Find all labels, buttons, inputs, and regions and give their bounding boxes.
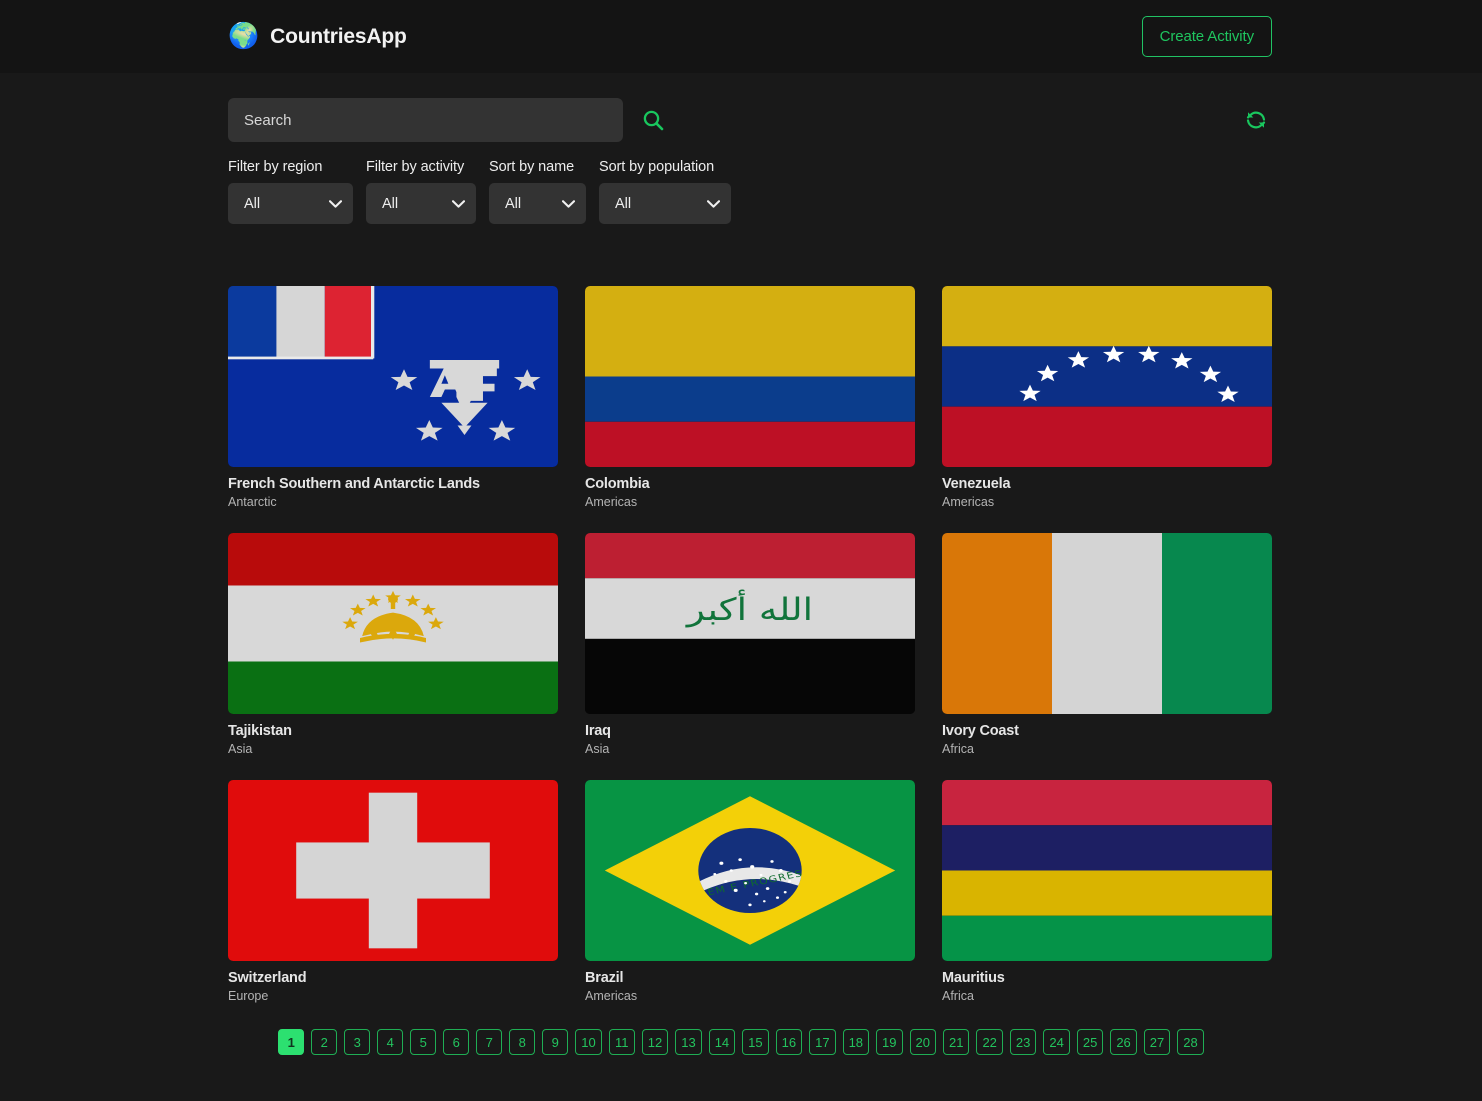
sort-population-label: Sort by population bbox=[599, 159, 731, 175]
sort-name-group: Sort by name All bbox=[489, 159, 586, 224]
page-button-14[interactable]: 14 bbox=[709, 1029, 735, 1055]
brand-name: CountriesApp bbox=[270, 25, 406, 49]
country-name: Iraq bbox=[585, 723, 915, 739]
page-button-1[interactable]: 1 bbox=[278, 1029, 304, 1055]
sort-population-group: Sort by population All bbox=[599, 159, 731, 224]
page-button-27[interactable]: 27 bbox=[1144, 1029, 1170, 1055]
country-name: Venezuela bbox=[942, 476, 1272, 492]
country-flag bbox=[228, 533, 558, 714]
country-name: Brazil bbox=[585, 970, 915, 986]
country-region: Europe bbox=[228, 989, 558, 1003]
page-button-17[interactable]: 17 bbox=[809, 1029, 835, 1055]
country-flag: ORDEM E PROGRESSO bbox=[585, 780, 915, 961]
page-button-18[interactable]: 18 bbox=[843, 1029, 869, 1055]
country-flag bbox=[228, 286, 558, 467]
search-icon bbox=[641, 108, 665, 132]
sort-population-wrap: All bbox=[599, 183, 731, 224]
country-flag bbox=[942, 533, 1272, 714]
country-card[interactable]: ORDEM E PROGRESSO Brazil Americas bbox=[585, 780, 915, 1003]
page-button-20[interactable]: 20 bbox=[910, 1029, 936, 1055]
country-card[interactable]: Switzerland Europe bbox=[228, 780, 558, 1003]
sort-population-select[interactable]: All bbox=[599, 183, 731, 224]
country-flag bbox=[942, 286, 1272, 467]
page-button-13[interactable]: 13 bbox=[675, 1029, 701, 1055]
country-card[interactable]: French Southern and Antarctic Lands Antar… bbox=[228, 286, 558, 509]
page-button-22[interactable]: 22 bbox=[976, 1029, 1002, 1055]
sort-name-wrap: All bbox=[489, 183, 586, 224]
country-region: Africa bbox=[942, 742, 1272, 756]
filter-region-wrap: All bbox=[228, 183, 353, 224]
page-button-7[interactable]: 7 bbox=[476, 1029, 502, 1055]
page-button-25[interactable]: 25 bbox=[1077, 1029, 1103, 1055]
app-header: 🌍 CountriesApp Create Activity bbox=[0, 0, 1482, 73]
page-button-10[interactable]: 10 bbox=[575, 1029, 601, 1055]
refresh-icon bbox=[1244, 108, 1268, 132]
page-button-23[interactable]: 23 bbox=[1010, 1029, 1036, 1055]
brand: 🌍 CountriesApp bbox=[228, 24, 407, 49]
page-button-8[interactable]: 8 bbox=[509, 1029, 535, 1055]
country-flag bbox=[942, 780, 1272, 961]
filter-region-label: Filter by region bbox=[228, 159, 353, 175]
page-button-26[interactable]: 26 bbox=[1110, 1029, 1136, 1055]
sort-name-label: Sort by name bbox=[489, 159, 586, 175]
country-card[interactable]: Ivory Coast Africa bbox=[942, 533, 1272, 756]
filter-region-select[interactable]: All bbox=[228, 183, 353, 224]
country-name: Tajikistan bbox=[228, 723, 558, 739]
page-button-15[interactable]: 15 bbox=[742, 1029, 768, 1055]
filter-region-group: Filter by region All bbox=[228, 159, 353, 224]
filter-activity-label: Filter by activity bbox=[366, 159, 476, 175]
search-input[interactable] bbox=[228, 98, 623, 142]
page-button-5[interactable]: 5 bbox=[410, 1029, 436, 1055]
controls-section: Filter by region All Filter by activity … bbox=[0, 73, 1482, 224]
country-card[interactable]: Venezuela Americas bbox=[942, 286, 1272, 509]
pagination: 1234567891011121314151617181920212223242… bbox=[0, 1029, 1482, 1069]
country-name: Ivory Coast bbox=[942, 723, 1272, 739]
page-button-19[interactable]: 19 bbox=[876, 1029, 902, 1055]
country-region: Africa bbox=[942, 989, 1272, 1003]
filter-activity-group: Filter by activity All bbox=[366, 159, 476, 224]
filter-activity-wrap: All bbox=[366, 183, 476, 224]
page-button-2[interactable]: 2 bbox=[311, 1029, 337, 1055]
country-name: French Southern and Antarctic Lands bbox=[228, 476, 558, 492]
country-region: Antarctic bbox=[228, 495, 558, 509]
country-name: Colombia bbox=[585, 476, 915, 492]
page-button-9[interactable]: 9 bbox=[542, 1029, 568, 1055]
country-region: Asia bbox=[585, 742, 915, 756]
filter-activity-select[interactable]: All bbox=[366, 183, 476, 224]
page-button-4[interactable]: 4 bbox=[377, 1029, 403, 1055]
page-button-28[interactable]: 28 bbox=[1177, 1029, 1203, 1055]
filter-bar: Filter by region All Filter by activity … bbox=[228, 159, 1482, 224]
svg-text:الله أكبر: الله أكبر bbox=[685, 589, 813, 628]
sort-name-select[interactable]: All bbox=[489, 183, 586, 224]
search-row bbox=[228, 98, 1272, 142]
search-button[interactable] bbox=[637, 104, 669, 136]
country-region: Americas bbox=[942, 495, 1272, 509]
page-button-21[interactable]: 21 bbox=[943, 1029, 969, 1055]
country-card[interactable]: Tajikistan Asia bbox=[228, 533, 558, 756]
country-region: Americas bbox=[585, 989, 915, 1003]
country-card[interactable]: Mauritius Africa bbox=[942, 780, 1272, 1003]
create-activity-button[interactable]: Create Activity bbox=[1142, 16, 1272, 57]
refresh-button[interactable] bbox=[1240, 104, 1272, 136]
country-card[interactable]: الله أكبر Iraq Asia bbox=[585, 533, 915, 756]
globe-icon: 🌍 bbox=[228, 24, 259, 49]
page-button-16[interactable]: 16 bbox=[776, 1029, 802, 1055]
country-grid: French Southern and Antarctic Lands Antar… bbox=[0, 224, 1482, 1003]
country-region: Americas bbox=[585, 495, 915, 509]
page-button-3[interactable]: 3 bbox=[344, 1029, 370, 1055]
country-name: Mauritius bbox=[942, 970, 1272, 986]
country-name: Switzerland bbox=[228, 970, 558, 986]
page-button-11[interactable]: 11 bbox=[609, 1029, 635, 1055]
page-button-12[interactable]: 12 bbox=[642, 1029, 668, 1055]
country-flag: الله أكبر bbox=[585, 533, 915, 714]
page-button-24[interactable]: 24 bbox=[1043, 1029, 1069, 1055]
page-button-6[interactable]: 6 bbox=[443, 1029, 469, 1055]
country-flag bbox=[228, 780, 558, 961]
country-flag bbox=[585, 286, 915, 467]
country-card[interactable]: Colombia Americas bbox=[585, 286, 915, 509]
country-region: Asia bbox=[228, 742, 558, 756]
